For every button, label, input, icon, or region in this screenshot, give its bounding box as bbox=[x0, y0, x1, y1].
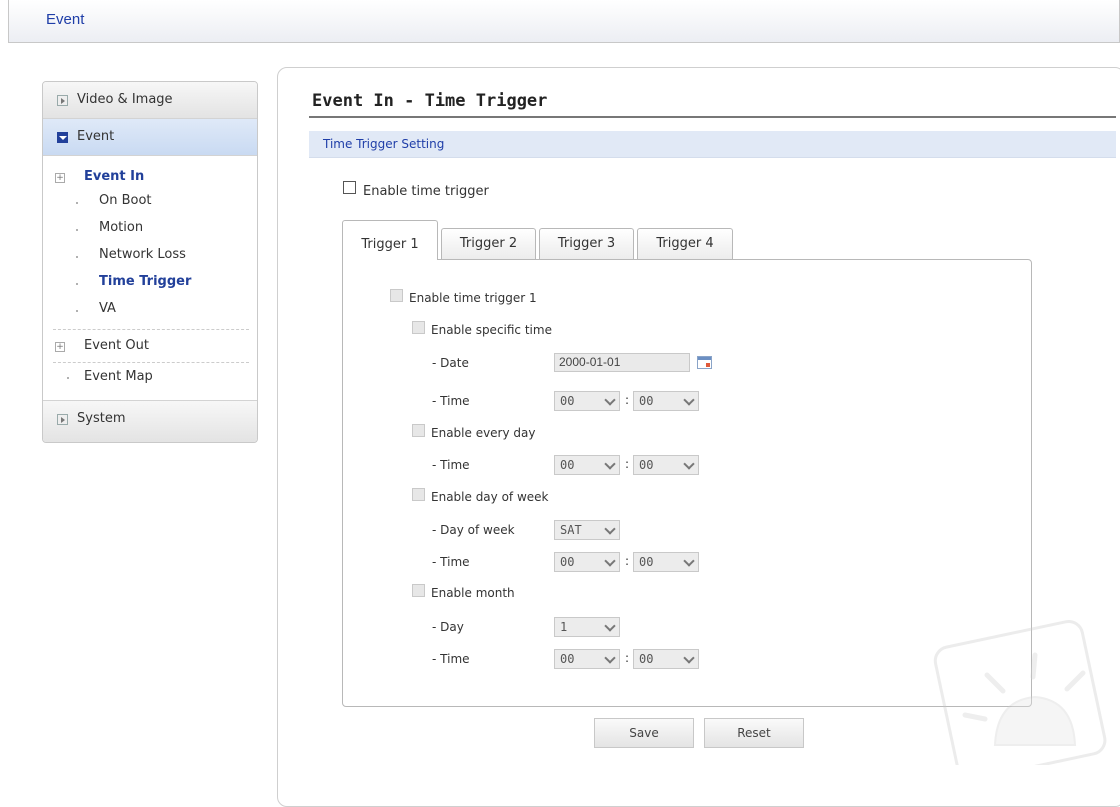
bullet-icon bbox=[76, 202, 78, 204]
chevron-down-icon bbox=[683, 652, 695, 664]
tab-trigger-1[interactable]: Trigger 1 bbox=[342, 220, 438, 260]
sidebar-item-label: System bbox=[77, 411, 126, 426]
divider bbox=[53, 329, 249, 330]
time-label: - Time bbox=[432, 394, 470, 408]
bullet-icon bbox=[67, 377, 69, 379]
divider bbox=[53, 362, 249, 363]
enable-trigger-1-checkbox[interactable] bbox=[390, 289, 403, 302]
day-of-week-value: SAT bbox=[560, 523, 582, 537]
sidebar-item-label: Video & Image bbox=[77, 92, 173, 107]
enable-every-day-label: Enable every day bbox=[431, 426, 536, 440]
chevron-down-icon bbox=[604, 394, 616, 406]
sidebar-item-event[interactable]: Event bbox=[43, 119, 257, 156]
save-button[interactable]: Save bbox=[594, 718, 694, 748]
sidebar-item-system[interactable]: System bbox=[43, 400, 257, 442]
chevron-down-icon bbox=[604, 555, 616, 567]
day-of-week-label: - Day of week bbox=[432, 523, 515, 537]
day-of-week-select[interactable]: SAT bbox=[554, 520, 620, 540]
section-header: Time Trigger Setting bbox=[309, 131, 1116, 158]
chevron-down-icon bbox=[604, 620, 616, 632]
minute-value: 00 bbox=[639, 555, 654, 569]
header-bar: Event bbox=[8, 0, 1120, 43]
enable-day-of-week-label: Enable day of week bbox=[431, 490, 549, 504]
time-label: - Time bbox=[432, 652, 470, 666]
chevron-down-icon bbox=[683, 394, 695, 406]
day-value: 1 bbox=[560, 620, 568, 634]
enable-specific-time-checkbox[interactable] bbox=[412, 321, 425, 334]
minute-select[interactable]: 00 bbox=[633, 455, 699, 475]
hour-value: 00 bbox=[560, 394, 575, 408]
title-divider bbox=[309, 116, 1116, 118]
time-label: - Time bbox=[432, 555, 470, 569]
tab-trigger-4[interactable]: Trigger 4 bbox=[637, 228, 733, 259]
sidebar-item-va[interactable]: VA bbox=[99, 301, 116, 316]
alarm-light-icon bbox=[933, 619, 1107, 765]
time-separator: : bbox=[625, 651, 630, 665]
sidebar-item-video-image[interactable]: Video & Image bbox=[43, 82, 257, 119]
sidebar-item-network-loss[interactable]: Network Loss bbox=[99, 247, 186, 262]
chevron-down-icon bbox=[683, 555, 695, 567]
minute-select[interactable]: 00 bbox=[633, 649, 699, 669]
time-separator: : bbox=[625, 457, 630, 471]
sidebar-item-label: Event bbox=[77, 129, 115, 144]
bullet-icon bbox=[76, 229, 78, 231]
tab-trigger-3[interactable]: Trigger 3 bbox=[539, 228, 634, 259]
hour-select[interactable]: 00 bbox=[554, 552, 620, 572]
expand-plus-icon[interactable]: + bbox=[55, 173, 65, 183]
bullet-icon bbox=[76, 256, 78, 258]
sidebar-item-event-map[interactable]: Event Map bbox=[84, 369, 153, 384]
chevron-down-icon bbox=[604, 652, 616, 664]
hour-value: 00 bbox=[560, 555, 575, 569]
sidebar-item-time-trigger[interactable]: Time Trigger bbox=[99, 274, 191, 289]
minute-value: 00 bbox=[639, 458, 654, 472]
sidebar-item-motion[interactable]: Motion bbox=[99, 220, 143, 235]
header-title: Event bbox=[46, 11, 85, 28]
sidebar-item-on-boot[interactable]: On Boot bbox=[99, 193, 152, 208]
date-label: - Date bbox=[432, 356, 469, 370]
enable-month-label: Enable month bbox=[431, 586, 515, 600]
minute-value: 00 bbox=[639, 394, 654, 408]
tab-trigger-2[interactable]: Trigger 2 bbox=[441, 228, 536, 259]
reset-button[interactable]: Reset bbox=[704, 718, 804, 748]
hour-select[interactable]: 00 bbox=[554, 649, 620, 669]
enable-month-checkbox[interactable] bbox=[412, 584, 425, 597]
calendar-icon[interactable] bbox=[697, 356, 712, 369]
bullet-icon bbox=[76, 310, 78, 312]
sidebar-item-event-in[interactable]: Event In bbox=[84, 169, 144, 184]
sidebar: Video & Image Event + Event In On Boot M… bbox=[42, 81, 258, 443]
enable-day-of-week-checkbox[interactable] bbox=[412, 488, 425, 501]
minute-value: 00 bbox=[639, 652, 654, 666]
chevron-down-icon bbox=[604, 458, 616, 470]
hour-value: 00 bbox=[560, 652, 575, 666]
date-field[interactable]: 2000-01-01 bbox=[554, 353, 690, 372]
hour-select[interactable]: 00 bbox=[554, 391, 620, 411]
expand-plus-icon[interactable]: + bbox=[55, 342, 65, 352]
hour-value: 00 bbox=[560, 458, 575, 472]
time-separator: : bbox=[625, 393, 630, 407]
page-title: Event In - Time Trigger bbox=[312, 91, 548, 111]
enable-every-day-checkbox[interactable] bbox=[412, 424, 425, 437]
day-label: - Day bbox=[432, 620, 464, 634]
section-title: Time Trigger Setting bbox=[323, 137, 445, 151]
enable-trigger-1-label: Enable time trigger 1 bbox=[409, 291, 537, 305]
minute-select[interactable]: 00 bbox=[633, 552, 699, 572]
time-label: - Time bbox=[432, 458, 470, 472]
enable-time-trigger-checkbox[interactable] bbox=[343, 181, 356, 194]
bullet-icon bbox=[76, 283, 78, 285]
sidebar-item-event-out[interactable]: Event Out bbox=[84, 338, 149, 353]
enable-specific-time-label: Enable specific time bbox=[431, 323, 552, 337]
chevron-down-icon bbox=[604, 523, 616, 535]
time-separator: : bbox=[625, 554, 630, 568]
chevron-down-icon bbox=[683, 458, 695, 470]
expand-icon bbox=[57, 95, 68, 106]
expand-icon bbox=[57, 414, 68, 425]
hour-select[interactable]: 00 bbox=[554, 455, 620, 475]
enable-time-trigger-label: Enable time trigger bbox=[363, 184, 489, 199]
collapse-icon bbox=[57, 132, 68, 143]
day-select[interactable]: 1 bbox=[554, 617, 620, 637]
minute-select[interactable]: 00 bbox=[633, 391, 699, 411]
